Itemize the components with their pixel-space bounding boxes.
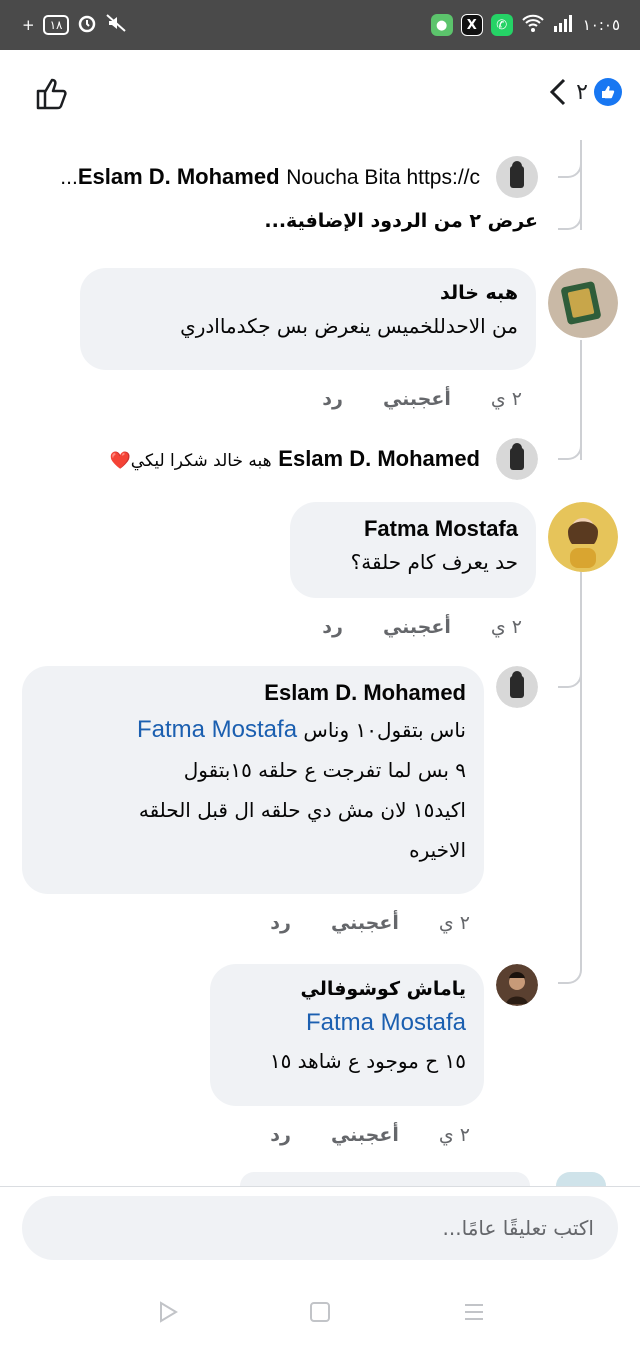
battery-level: ١٨ (49, 18, 63, 32)
comment-actions: ٢ ي أعجبني رد (270, 1124, 470, 1146)
comment-input[interactable] (22, 1216, 594, 1240)
comment-author[interactable]: هبه خالد (98, 282, 518, 304)
mention-link[interactable]: Fatma Mostafa (137, 716, 297, 743)
whatsapp-icon: ✆ (490, 14, 513, 36)
app-icon: ● (430, 14, 453, 36)
comment-text: حد يعرف كام حلقة؟ (350, 550, 518, 574)
view-more-replies-link[interactable]: عرض ٢ من الردود الإضافية... (264, 210, 538, 232)
alarm-icon (77, 13, 97, 37)
comment-line: اكيد١٥ لان مش دي حلقه ال قبل الحلقه (138, 798, 466, 822)
comment-actions: ٢ ي أعجبني رد (322, 616, 522, 638)
composer-divider (0, 1186, 640, 1187)
partial-comment-bubble (240, 1172, 530, 1186)
comment-line: ناس بتقول١٠ وناس Fatma Mostafa (40, 710, 466, 750)
comment-line: ٩ بس لما تفرجت ع حلقه ١٥بتقول (183, 758, 466, 782)
battery-icon: ١٨ (42, 15, 70, 35)
avatar[interactable] (496, 438, 538, 480)
comment-composer[interactable] (22, 1196, 618, 1260)
signal-icon (553, 14, 575, 36)
comment-time: ٢ ي (438, 912, 470, 934)
comment-line: ١٥ ح موجود ع شاهد ١٥ (269, 1049, 466, 1073)
comment-bubble[interactable]: Fatma Mostafa حد يعرف كام حلقة؟ (290, 502, 536, 598)
comment-author[interactable]: Eslam D. Mohamed (40, 680, 466, 706)
comment-author[interactable]: ياماش كوشوفالي (228, 978, 467, 1000)
thread-line (580, 570, 582, 970)
reply-comment-button[interactable]: رد (322, 616, 343, 638)
home-square-icon[interactable] (308, 1300, 332, 1324)
like-comment-button[interactable]: أعجبني (331, 912, 399, 934)
chevron-left-icon[interactable] (546, 76, 570, 108)
wifi-icon (521, 13, 545, 37)
like-comment-button[interactable]: أعجبني (383, 388, 451, 410)
comment-time: ٢ ي (438, 1124, 470, 1146)
avatar[interactable] (496, 666, 538, 708)
comment-line-text: ناس بتقول١٠ وناس (303, 718, 466, 742)
reply-author[interactable]: Eslam D. Mohamed (78, 164, 280, 189)
comment-text: Fatma Mostafa ١٥ ح موجود ع شاهد ١٥ (228, 1004, 466, 1080)
system-nav-bar (0, 1270, 640, 1350)
thread-curve (558, 140, 582, 178)
comment-bubble[interactable]: هبه خالد من الاحدللخميس ينعرض بس جكدمااد… (80, 268, 536, 370)
comment-actions: ٢ ي أعجبني رد (322, 388, 522, 410)
comment-bubble[interactable]: ياماش كوشوفالي Fatma Mostafa ١٥ ح موجود … (210, 964, 484, 1106)
thread-curve (558, 940, 582, 984)
avatar[interactable] (496, 964, 538, 1006)
thread-curve (558, 650, 582, 688)
reaction-summary[interactable]: ٢ (546, 76, 622, 108)
avatar[interactable] (548, 268, 618, 338)
mute-icon (105, 13, 127, 37)
thread-curve (558, 420, 582, 460)
like-icon (594, 78, 622, 106)
reply-comment-button[interactable]: رد (322, 388, 343, 410)
like-post-button[interactable] (32, 74, 72, 114)
like-comment-button[interactable]: أعجبني (331, 1124, 399, 1146)
avatar[interactable] (548, 502, 618, 572)
back-triangle-icon[interactable] (156, 1300, 180, 1324)
comment-bubble[interactable]: Eslam D. Mohamed ناس بتقول١٠ وناس Fatma … (22, 666, 484, 894)
status-right-group: ● X ✆ ١٠:٠٥ (430, 12, 620, 38)
reply-comment-button[interactable]: رد (270, 912, 291, 934)
comment-time: ٢ ي (490, 388, 522, 410)
thread-curve (558, 200, 582, 230)
reply-comment-button[interactable]: رد (270, 1124, 291, 1146)
avatar (556, 1172, 606, 1186)
like-comment-button[interactable]: أعجبني (383, 616, 451, 638)
comment-text: من الاحدللخميس ينعرض بس جكدماادري (180, 314, 518, 338)
x-app-icon: X (460, 14, 483, 36)
inline-reply[interactable]: Eslam D. Mohamed هبه خالد شكرا ليكي❤️ (110, 446, 480, 472)
thumbs-up-icon (36, 78, 67, 110)
comment-actions: ٢ ي أعجبني رد (270, 912, 470, 934)
inline-reply[interactable]: Eslam D. Mohamed Noucha Bita https://c..… (60, 164, 480, 190)
status-bar: + ١٨ ● X ✆ ١٠:٠٥ (0, 0, 640, 50)
comments-header: ٢ (0, 50, 640, 140)
status-left-group: + ١٨ (22, 12, 127, 38)
avatar[interactable] (496, 156, 538, 198)
reply-text: هبه خالد شكرا ليكي❤️ (109, 451, 272, 471)
comment-text: ناس بتقول١٠ وناس Fatma Mostafa ٩ بس لما … (40, 710, 466, 870)
clock: ١٠:٠٥ (582, 16, 620, 34)
reply-author[interactable]: Eslam D. Mohamed (278, 446, 480, 471)
comment-author[interactable]: Fatma Mostafa (308, 516, 518, 542)
menu-lines-icon[interactable] (462, 1300, 486, 1324)
mention-link[interactable]: Fatma Mostafa (228, 1004, 466, 1042)
reaction-count: ٢ (576, 79, 588, 105)
charging-icon: + (22, 16, 35, 34)
comment-line: الاخيره (409, 838, 466, 862)
comment-time: ٢ ي (490, 616, 522, 638)
